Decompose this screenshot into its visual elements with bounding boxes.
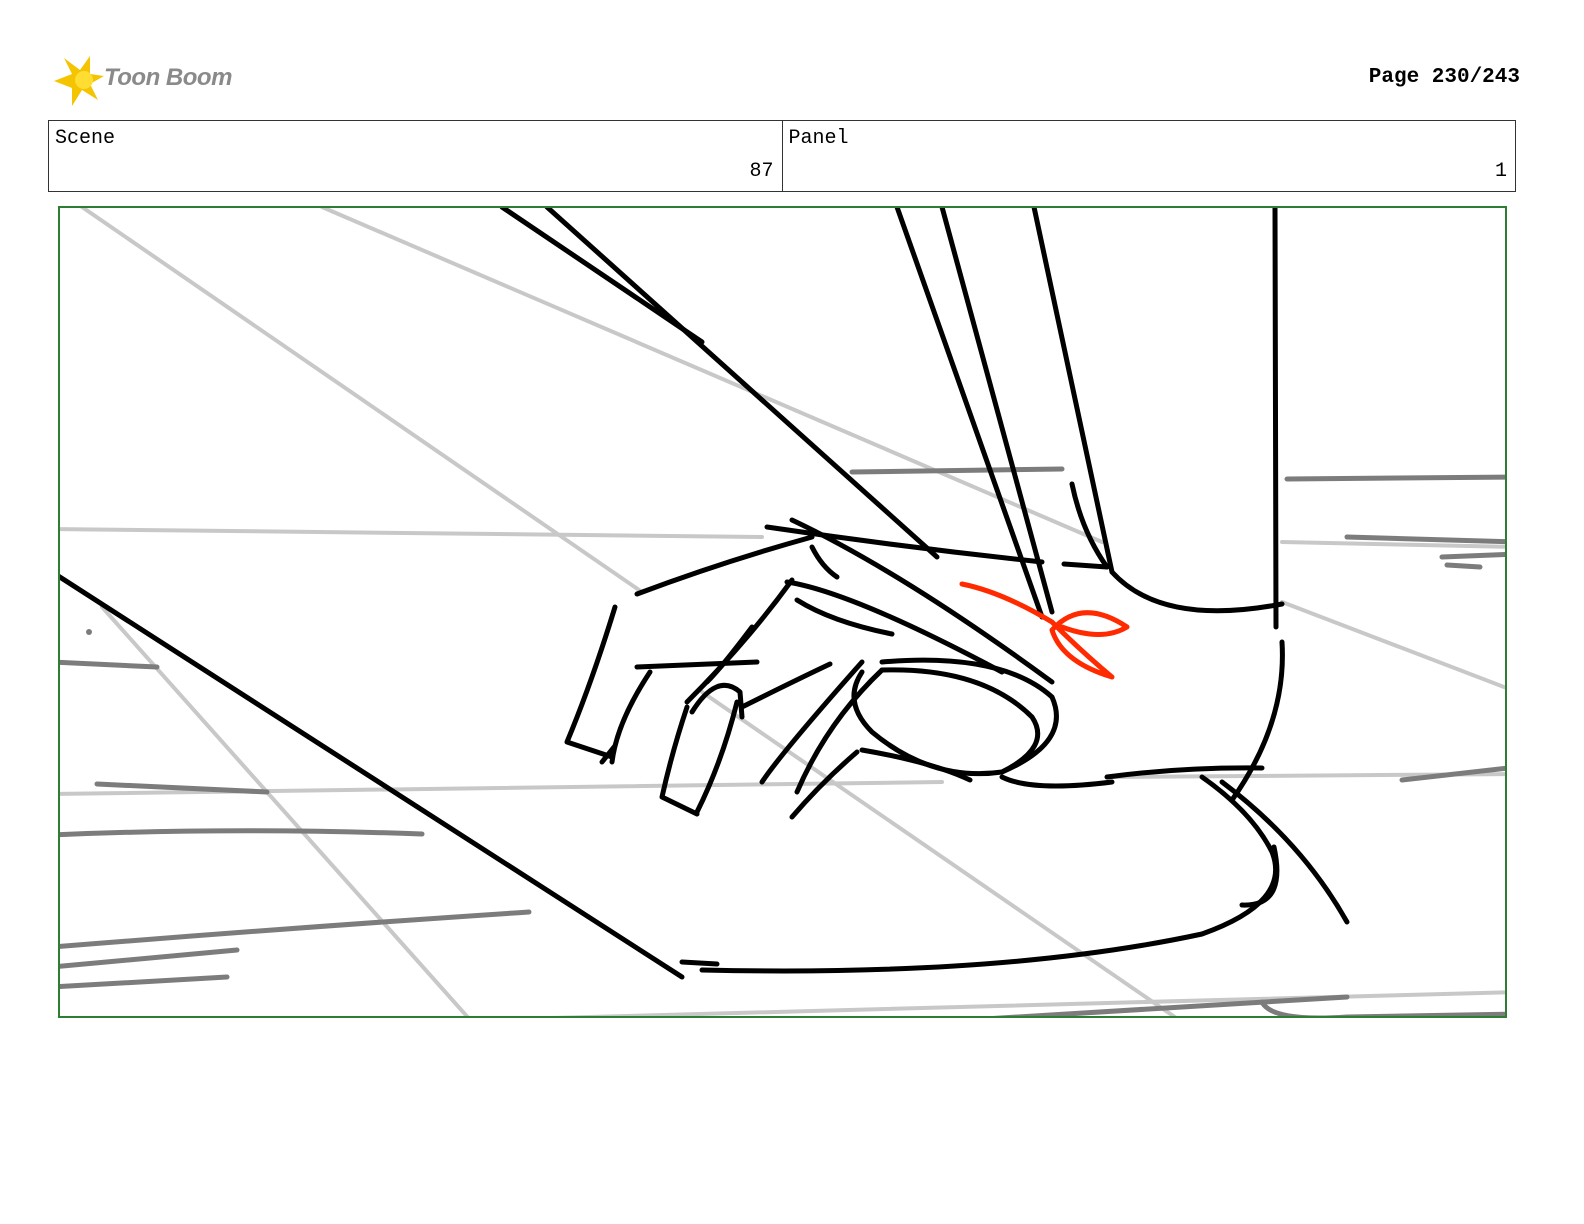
scene-number: 87	[749, 160, 774, 183]
scene-cell: Scene 87	[49, 121, 782, 191]
scene-label: Scene	[55, 127, 116, 150]
storyboard-panel	[58, 206, 1507, 1018]
panel-label: Panel	[788, 127, 849, 150]
panel-number: 1	[1494, 160, 1507, 183]
page-number: Page 230/243	[1368, 66, 1520, 89]
panel-cell: Panel 1	[781, 121, 1516, 191]
scene-panel-info: Scene 87 Panel 1	[48, 120, 1516, 192]
sketch-drawing	[60, 208, 1505, 1016]
star-burst-icon	[54, 56, 104, 106]
toon-boom-logo: Toon Boom	[50, 54, 250, 108]
logo-text: Toon Boom	[104, 64, 232, 91]
